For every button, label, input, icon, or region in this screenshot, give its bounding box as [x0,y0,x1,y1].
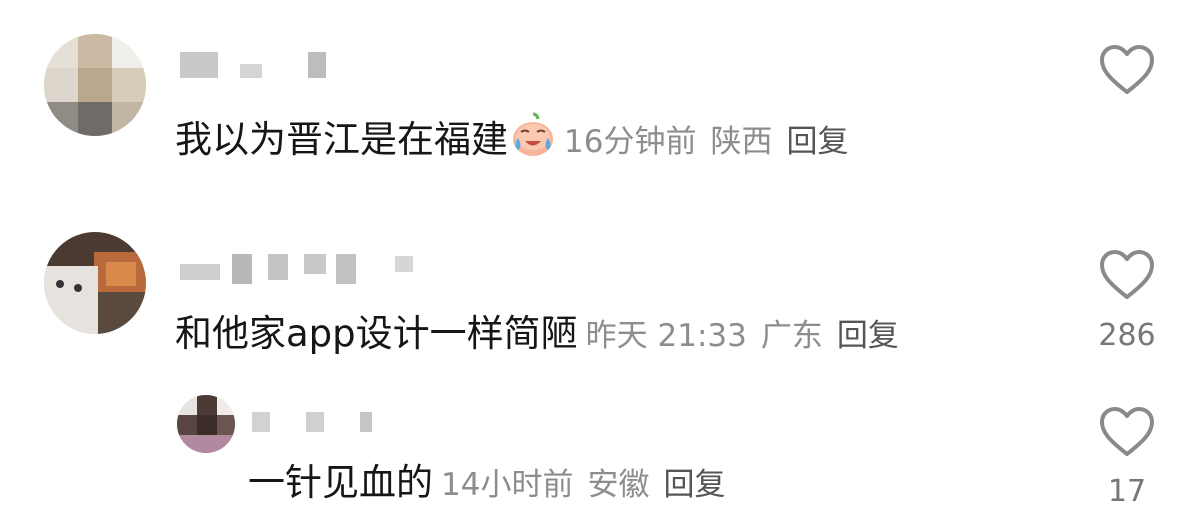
comment-location: 安徽 [587,467,650,503]
comment-body: 我以为晋江是在福建 16分钟前 陕西 回复 [175,112,848,158]
comment-location: 广东 [760,318,823,354]
like-count: 17 [1107,474,1147,509]
username[interactable] [180,254,440,284]
comment-body: 一针见血的 14小时前 安徽 回复 [248,464,725,501]
heart-outline-icon[interactable] [1099,44,1155,96]
avatar[interactable] [44,34,146,136]
username[interactable] [252,412,382,432]
comment-time: 14小时前 [441,467,574,503]
comment-text: 我以为晋江是在福建 [175,118,508,161]
comment-text: 一针见血的 [248,461,433,504]
comment-time: 16分钟前 [564,124,697,160]
comment-body: 和他家app设计一样简陋 昨天 21:33 广东 回复 [175,315,899,352]
like-count: 286 [1098,318,1156,353]
comment-time: 昨天 21:33 [585,318,747,354]
avatar[interactable] [177,395,235,453]
heart-outline-icon[interactable] [1099,249,1155,301]
username[interactable] [180,52,340,78]
crying-face-emoji [513,112,553,156]
reply-button[interactable]: 回复 [663,467,725,503]
heart-outline-icon[interactable] [1099,406,1155,458]
avatar[interactable] [44,232,146,334]
reply-button[interactable]: 回复 [837,318,899,354]
comment-location: 陕西 [710,124,773,160]
comment-text: 和他家app设计一样简陋 [175,312,578,355]
reply-button[interactable]: 回复 [786,124,848,160]
